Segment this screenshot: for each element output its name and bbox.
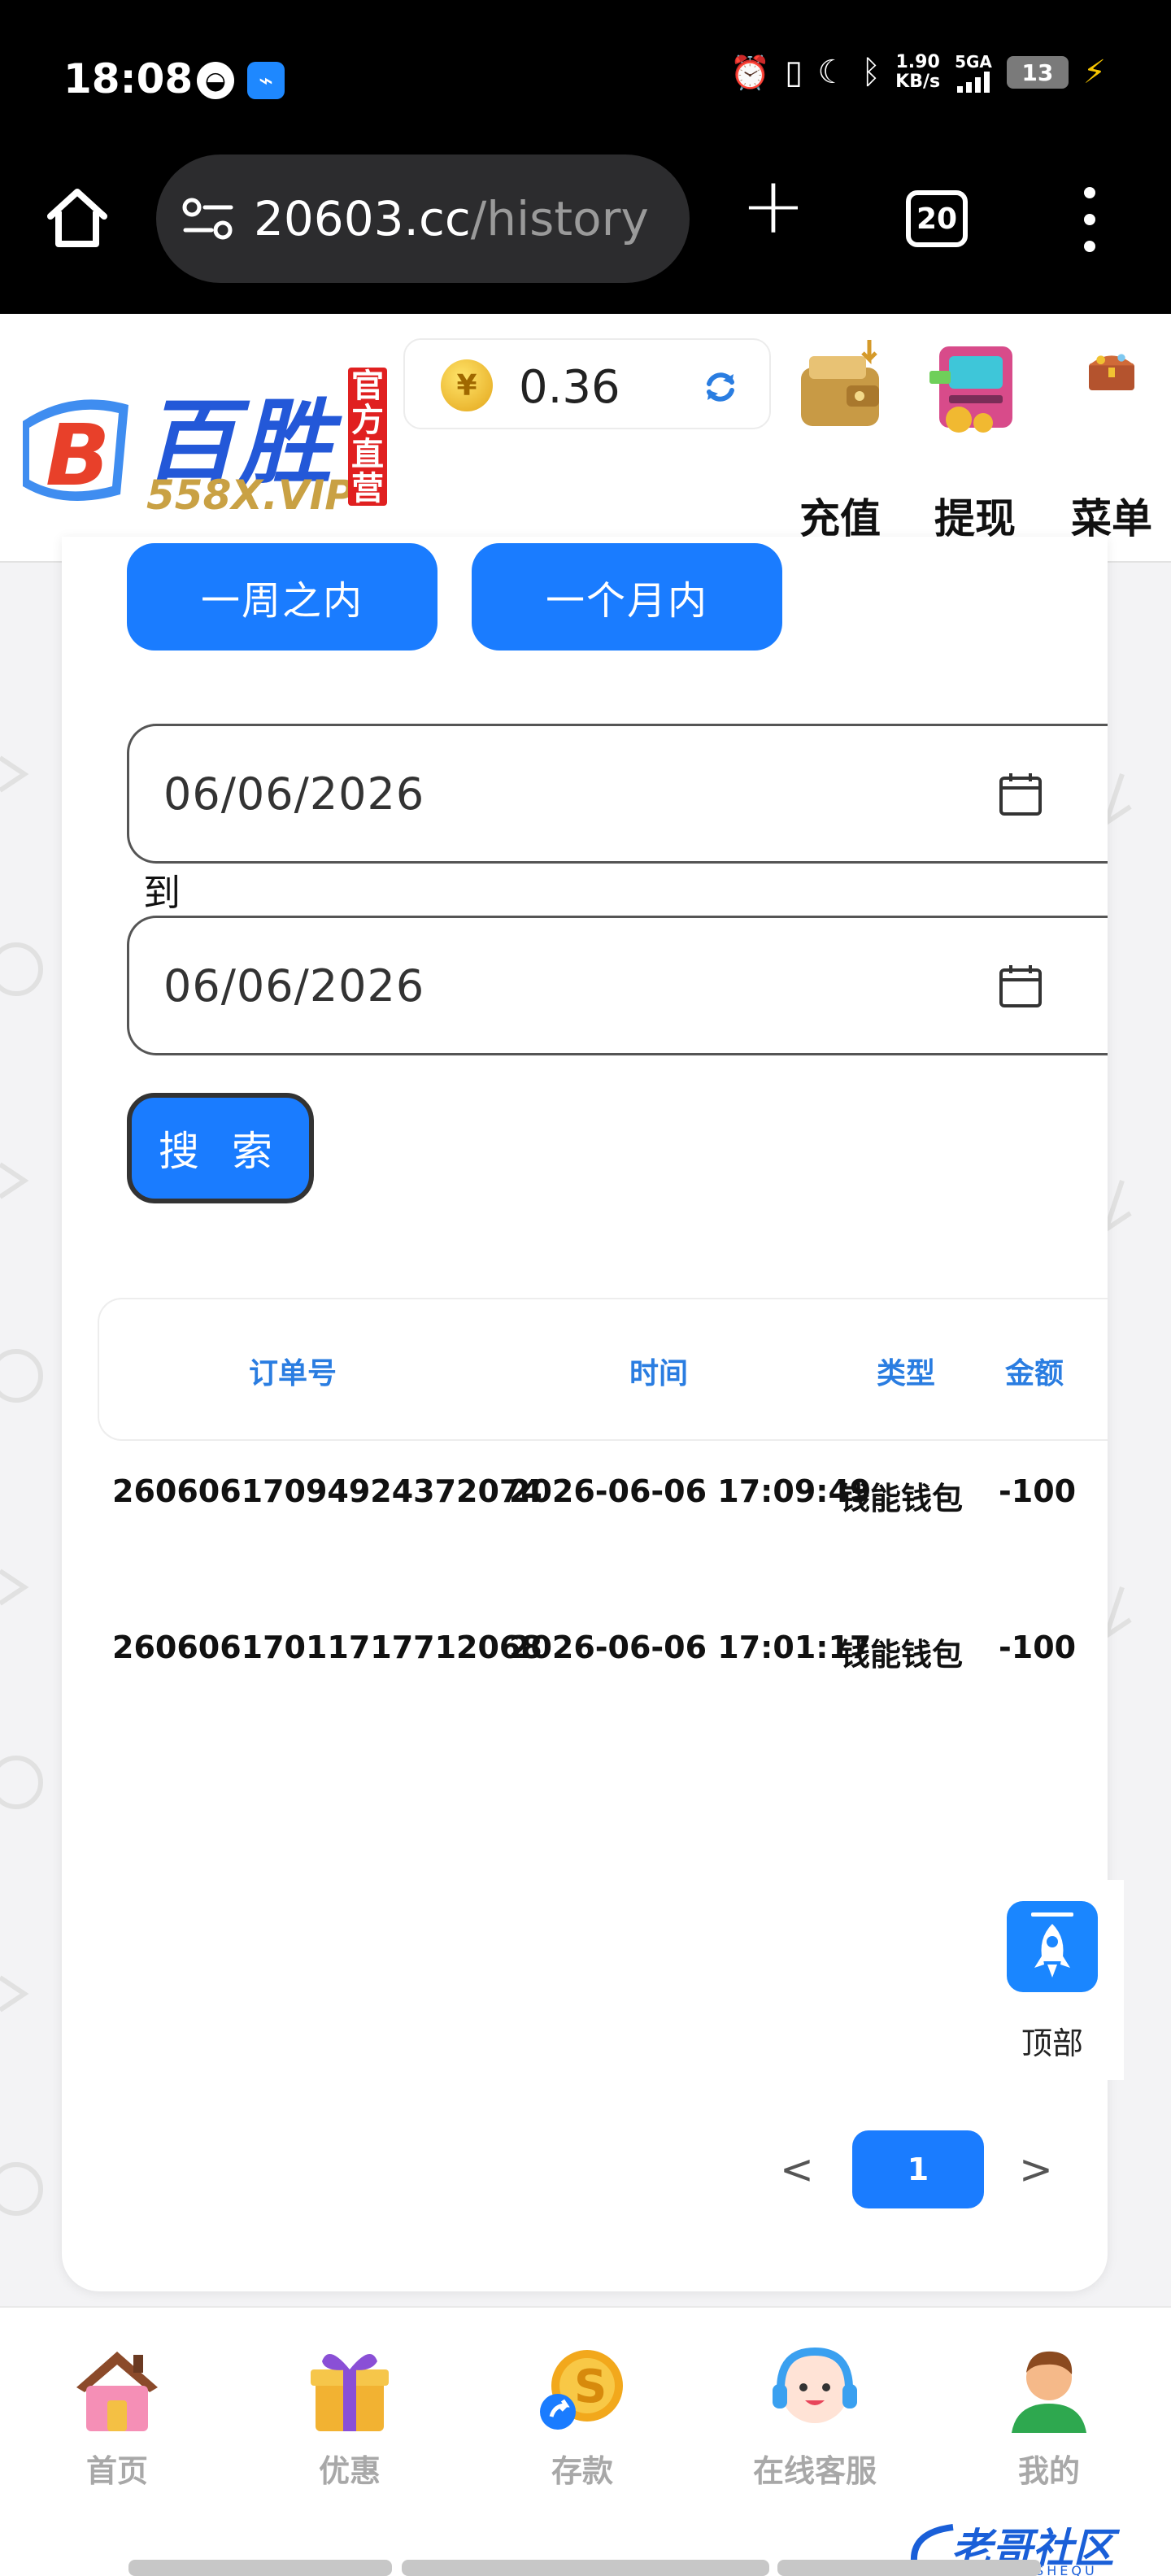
row-time: 2026-06-06 17:01:17 xyxy=(509,1630,872,1665)
deposit-action[interactable]: 充值 xyxy=(779,338,901,542)
prev-page-button[interactable]: < xyxy=(773,2130,821,2208)
balance-box: ¥ 0.36 xyxy=(403,338,771,429)
date-to-value: 06/06/2026 xyxy=(163,960,425,1012)
treasure-chest-icon xyxy=(1089,354,1134,390)
nav-profile-label: 我的 xyxy=(1017,2453,1080,2489)
back-to-top-label: 顶部 xyxy=(1021,2026,1083,2061)
gesture-bar xyxy=(128,2560,392,2576)
house-icon xyxy=(76,2352,158,2431)
status-left-icons: ◒ ⌁ xyxy=(197,62,285,99)
wallet-icon xyxy=(801,340,879,426)
user-avatar-icon xyxy=(1012,2351,1086,2433)
nav-home-label: 首页 xyxy=(85,2453,148,2489)
period-week-button[interactable]: 一周之内 xyxy=(127,543,437,651)
bluetooth-icon: ᛒ xyxy=(861,54,882,91)
gesture-bar xyxy=(777,2560,1041,2576)
notification-app-icon-blue: ⌁ xyxy=(247,62,285,99)
network-speed: 1.90 KB/s xyxy=(895,53,940,92)
url-host: 20603.cc xyxy=(254,191,471,246)
notification-app-icon: ◒ xyxy=(197,62,234,99)
nav-support-label: 在线客服 xyxy=(752,2453,877,2489)
alarm-icon: ⏰ xyxy=(729,54,771,92)
current-page-button[interactable]: 1 xyxy=(852,2130,984,2208)
nav-deposit-label: 存款 xyxy=(551,2453,613,2489)
table-header: 订单号 时间 类型 金额 xyxy=(98,1298,1108,1441)
coin-icon: ¥ xyxy=(441,359,493,411)
coin-deposit-icon: S xyxy=(540,2350,623,2430)
rocket-icon xyxy=(1007,1901,1098,1992)
row-order-id: 26060617094924372074 xyxy=(112,1473,542,1509)
status-right-icons: ⏰ ▯ ☾ ᛒ 1.90 KB/s 5GA 13 ⚡ xyxy=(729,52,1106,93)
home-icon[interactable] xyxy=(42,182,112,252)
logo-domain: 558X.VIP xyxy=(146,472,355,519)
calendar-icon[interactable] xyxy=(998,964,1043,1009)
row-amount: -100 xyxy=(999,1473,1077,1509)
calendar-icon[interactable] xyxy=(998,772,1043,817)
atm-icon xyxy=(929,346,1012,433)
header-type: 类型 xyxy=(877,1357,936,1390)
table-row: 26060617011717712068 2026-06-06 17:01:17… xyxy=(62,1630,1108,1727)
back-to-top-button[interactable]: 顶部 xyxy=(981,1880,1124,2080)
withdraw-action[interactable]: 提现 xyxy=(914,338,1036,542)
table-row: 26060617094924372074 2026-06-06 17:09:49… xyxy=(62,1473,1108,1571)
vibrate-icon: ▯ xyxy=(785,54,803,91)
more-menu-icon[interactable] xyxy=(1082,187,1098,252)
header-time: 时间 xyxy=(629,1357,689,1390)
support-agent-icon xyxy=(773,2347,857,2423)
svg-text:S: S xyxy=(574,2361,607,2413)
refresh-icon[interactable] xyxy=(701,368,740,407)
battery-level: 13 xyxy=(1021,59,1054,86)
next-page-button[interactable]: > xyxy=(1012,2130,1060,2208)
new-tab-icon[interactable]: + xyxy=(737,167,810,245)
battery-icon: 13 xyxy=(1006,56,1069,89)
status-bar: 18:08 ◒ ⌁ ⏰ ▯ ☾ ᛒ 1.90 KB/s 5GA 13 ⚡ xyxy=(0,0,1171,154)
svg-text:B: B xyxy=(46,406,110,505)
nav-home[interactable]: 首页 xyxy=(36,2340,198,2491)
status-time: 18:08 xyxy=(63,55,194,102)
site-logo[interactable]: B 百胜 558X.VIP 官方直营 xyxy=(15,359,389,522)
balance-value: 0.36 xyxy=(519,361,620,414)
row-type: 钱能钱包 xyxy=(839,1637,964,1673)
period-month-button[interactable]: 一个月内 xyxy=(472,543,782,651)
date-from-value: 06/06/2026 xyxy=(163,768,425,820)
header-order-id: 订单号 xyxy=(249,1357,337,1390)
url-path: /history xyxy=(470,191,649,246)
speed-value: 1.90 xyxy=(895,52,940,72)
header-amount: 金额 xyxy=(1005,1357,1064,1390)
history-card: 一周之内 一个月内 06/06/2026 到 06/06/2026 搜 索 订单… xyxy=(62,537,1108,2291)
nav-promotions[interactable]: 优惠 xyxy=(268,2340,431,2491)
logo-stamp: 官方直营 xyxy=(348,368,387,506)
site-header: B 百胜 558X.VIP 官方直营 ¥ 0.36 充值 提现 菜单 xyxy=(0,314,1171,563)
menu-action[interactable]: 菜单 xyxy=(1051,338,1171,542)
signal-group: 5GA xyxy=(955,52,992,93)
search-button[interactable]: 搜 索 xyxy=(127,1093,314,1203)
nav-profile[interactable]: 我的 xyxy=(968,2340,1130,2491)
logo-b-badge-icon: B xyxy=(23,399,128,505)
nav-support[interactable]: 在线客服 xyxy=(734,2340,896,2491)
moon-icon: ☾ xyxy=(817,54,847,91)
row-amount: -100 xyxy=(999,1630,1077,1665)
date-range-to-label: 到 xyxy=(143,871,181,915)
row-type: 钱能钱包 xyxy=(839,1481,964,1516)
gift-box-icon xyxy=(311,2354,389,2431)
date-from-field[interactable]: 06/06/2026 xyxy=(127,724,1108,864)
nav-promotions-label: 优惠 xyxy=(318,2453,381,2489)
address-bar[interactable]: 20603.cc/history xyxy=(156,154,690,283)
browser-toolbar: 20603.cc/history + 20 xyxy=(0,154,1171,314)
charging-icon: ⚡ xyxy=(1082,54,1106,91)
row-order-id: 26060617011717712068 xyxy=(112,1630,542,1665)
network-type: 5GA xyxy=(955,52,992,72)
row-time: 2026-06-06 17:09:49 xyxy=(509,1473,872,1509)
site-settings-icon[interactable] xyxy=(181,194,236,243)
signal-bars-icon xyxy=(957,72,990,93)
speed-unit: KB/s xyxy=(895,72,941,92)
tab-count: 20 xyxy=(916,202,958,236)
tab-switcher-button[interactable]: 20 xyxy=(906,190,968,247)
url-text: 20603.cc/history xyxy=(254,191,649,246)
gesture-bar xyxy=(402,2560,769,2576)
nav-deposit[interactable]: S 存款 xyxy=(501,2340,664,2491)
date-to-field[interactable]: 06/06/2026 xyxy=(127,916,1108,1055)
